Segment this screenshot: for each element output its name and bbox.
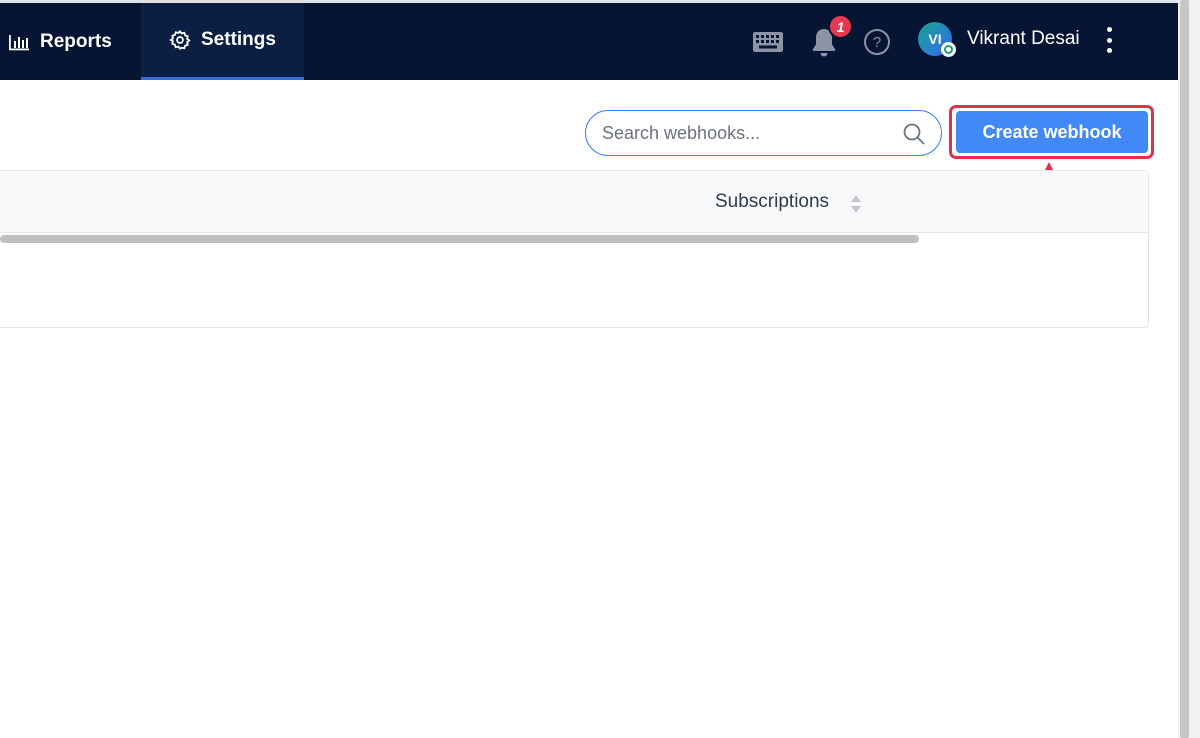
help-icon[interactable]: ? (864, 29, 890, 55)
window-scrollbar-thumb[interactable] (1180, 0, 1189, 738)
keyboard-icon[interactable] (752, 31, 784, 58)
notification-count-badge: 1 (828, 14, 853, 39)
search-icon[interactable] (902, 122, 926, 151)
table-horizontal-scrollbar[interactable] (0, 235, 919, 243)
user-name[interactable]: Vikrant Desai (967, 28, 1080, 50)
gear-icon (169, 29, 191, 51)
tab-settings-label: Settings (201, 29, 276, 50)
sort-icon[interactable] (849, 193, 863, 220)
tab-settings[interactable]: Settings (141, 3, 304, 80)
tab-reports-label: Reports (40, 30, 112, 52)
create-webhook-button[interactable]: Create webhook (956, 111, 1148, 153)
tab-reports[interactable]: Reports (8, 3, 138, 80)
column-header-subscriptions[interactable]: Subscriptions (715, 191, 829, 213)
webhooks-table: Subscriptions (0, 170, 1149, 328)
more-options-icon[interactable] (1098, 26, 1120, 54)
online-status-indicator (941, 42, 956, 57)
search-input[interactable] (602, 121, 892, 145)
bar-chart-icon (8, 33, 30, 51)
table-header: Subscriptions (0, 171, 1148, 233)
search-box (585, 110, 942, 156)
